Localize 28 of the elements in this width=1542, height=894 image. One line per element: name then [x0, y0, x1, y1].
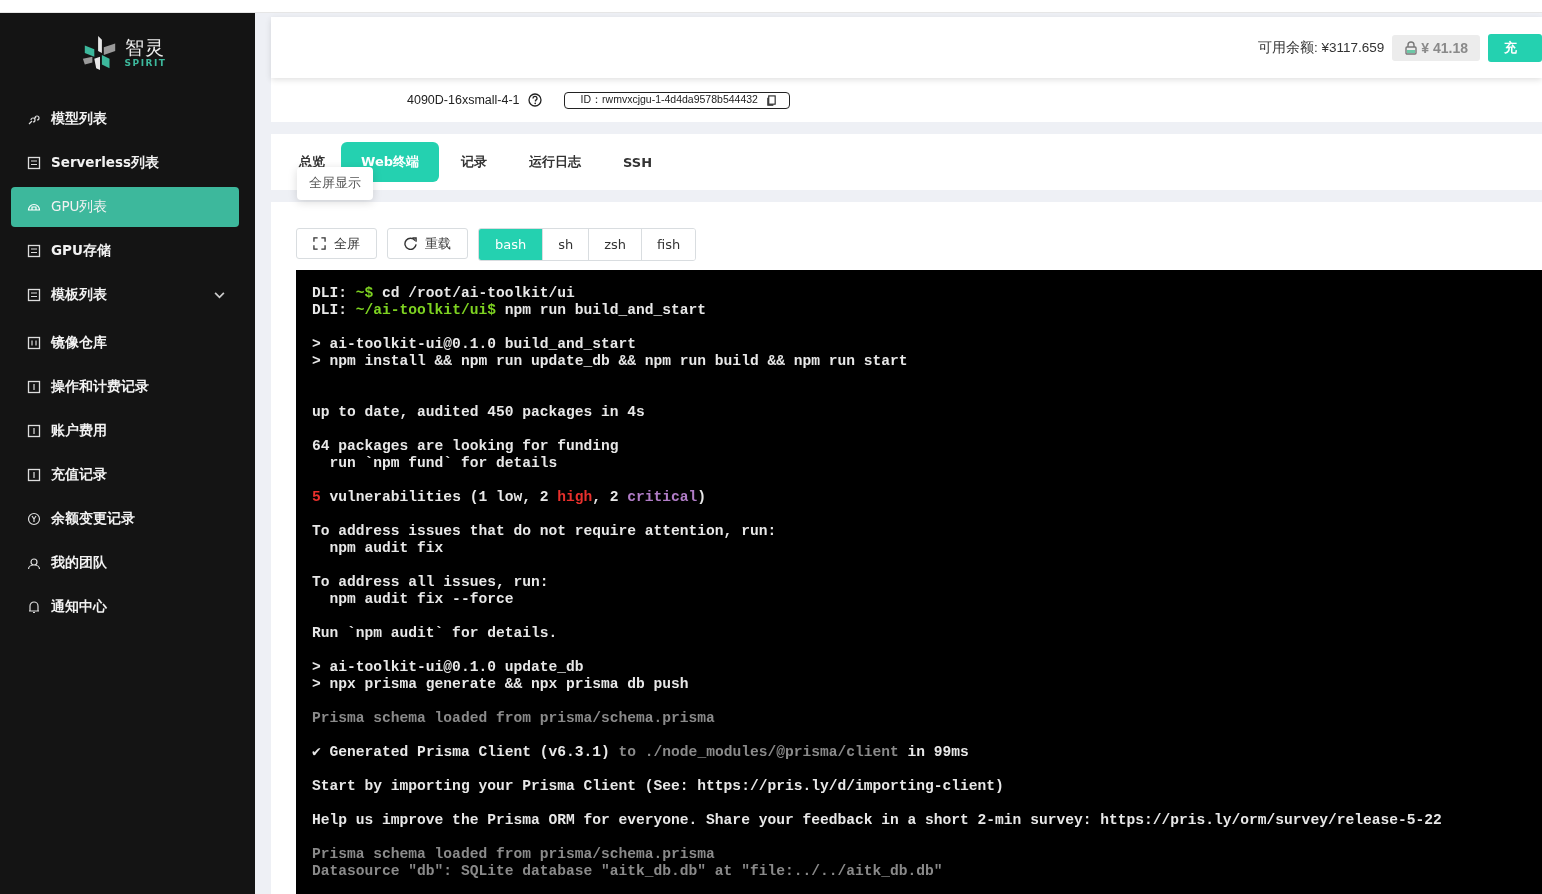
terminal-line: DLI: ~/ai-toolkit/ui$ npm run build_and_start [312, 302, 707, 319]
terminal-line: DLI: ~$ cd /root/ai-toolkit/ui [312, 285, 575, 302]
terminal-line: run `npm fund` for details [328, 455, 558, 472]
terminal-line: > npm install && npm run update_db && npm run build && npm run start [312, 353, 908, 370]
terminal-line: > ai-toolkit-ui@0.1.0 update_db [312, 659, 584, 676]
terminal-line: npm audit fix [328, 540, 444, 557]
terminal-line: To address all issues, run: [312, 574, 549, 591]
locked-amount: ¥ 41.18 [1421, 39, 1468, 56]
terminal-line: npm audit fix --force [328, 591, 514, 608]
instance-name: 4090D-16xsmall-4-1 [407, 93, 520, 107]
terminal-line: To address issues that do not require attention, run: [312, 523, 777, 540]
brand-tagline: SPIRIT [124, 59, 167, 68]
terminal-line: Help us improve the Prisma ORM for everyone. Share your feedback in a short 2-min survey: https://pris.ly/orm/survey/release-5-22 [312, 812, 1442, 829]
terminal-line: Start by importing your Prisma Client (See: https://pris.ly/d/importing-client) [312, 778, 1004, 795]
terminal-line: Prisma schema loaded from prisma/schema.prisma [312, 710, 715, 727]
terminal-line: Run `npm audit` for details. [312, 625, 558, 642]
tooltip: 全屏显示 [297, 167, 373, 200]
terminal-line: Datasource "db": SQLite database "aitk_db.db" at "file:../../aitk_db.db" [312, 863, 943, 880]
terminal-line: Prisma schema loaded from prisma/schema.prisma [312, 846, 715, 863]
brand-name: 智灵 [124, 38, 166, 57]
terminal-line: > ai-toolkit-ui@0.1.0 build_and_start [312, 336, 637, 353]
terminal-line: > npx prisma generate && npx prisma db push [312, 676, 689, 693]
terminal-line: 64 packages are looking for funding [312, 438, 619, 455]
balance-text: 可用余额: ¥3117.659 [1257, 38, 1385, 57]
terminal-line: ✔ Generated Prisma Client (v6.3.1) to ./node_modules/@prisma/client in 99ms [312, 744, 969, 761]
instance-id: ID：rwmvxcjgu-1-4d4da9578b544432 [580, 93, 758, 107]
terminal-line: up to date, audited 450 packages in 4s [312, 404, 645, 421]
terminal-line: 5 vulnerabilities (1 low, 2 high, 2 critical) [312, 489, 707, 506]
